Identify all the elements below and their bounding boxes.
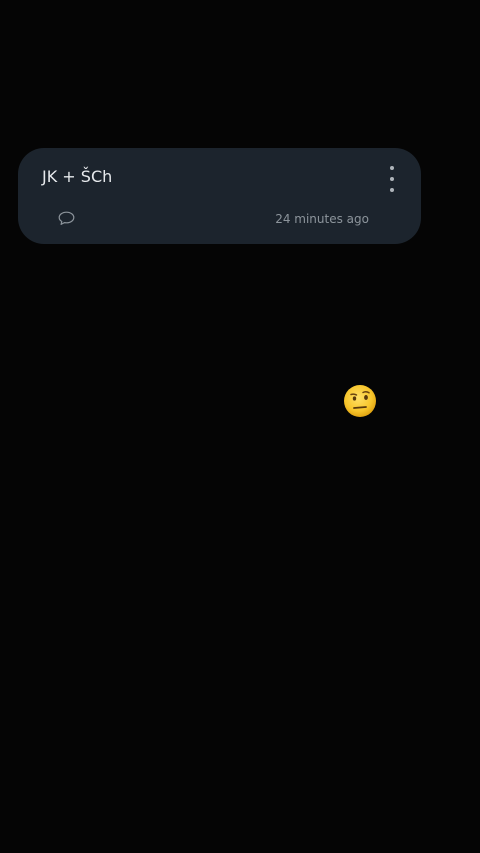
note-title: JK + ŠCh: [42, 167, 113, 186]
comment-icon[interactable]: [58, 211, 75, 226]
note-card[interactable]: JK + ŠCh 24 minutes ago: [18, 148, 421, 244]
note-timestamp: 24 minutes ago: [275, 212, 369, 226]
more-vertical-icon-dot: [390, 166, 394, 170]
more-vertical-icon-dot: [390, 188, 394, 192]
app-screen: JK + ŠCh 24 minutes ago: [0, 0, 480, 853]
more-vertical-icon-dot: [390, 177, 394, 181]
more-options-button[interactable]: [385, 166, 399, 192]
raised-eyebrow-face-icon: [344, 385, 376, 417]
